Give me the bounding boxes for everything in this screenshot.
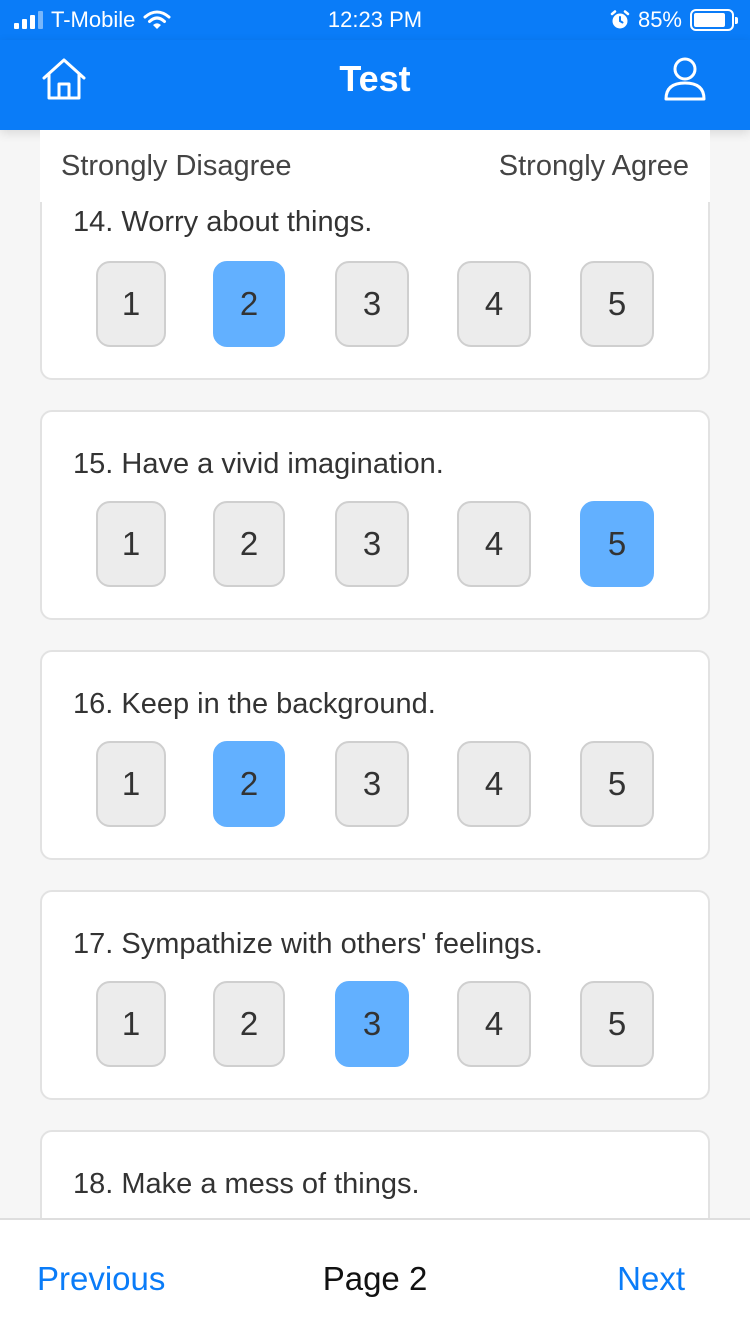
user-icon (664, 57, 706, 101)
option-button[interactable]: 3 (335, 501, 409, 587)
option-button[interactable]: 4 (457, 981, 531, 1067)
question-card: 18. Make a mess of things. (40, 1130, 710, 1218)
option-button[interactable]: 5 (580, 501, 654, 587)
question-card: 15. Have a vivid imagination. 1 2 3 4 5 (40, 410, 710, 620)
option-button[interactable]: 2 (213, 981, 285, 1067)
question-card: 17. Sympathize with others' feelings. 1 … (40, 890, 710, 1100)
pagination-bar: Previous Page 2 Next (0, 1218, 750, 1334)
option-button[interactable]: 1 (96, 261, 166, 347)
question-text: 15. Have a vivid imagination. (73, 448, 444, 480)
nav-bar: Test (0, 40, 750, 130)
option-button[interactable]: 4 (457, 501, 531, 587)
option-button[interactable]: 4 (457, 741, 531, 827)
scale-left-label: Strongly Disagree (61, 150, 292, 182)
option-button[interactable]: 2 (213, 501, 285, 587)
question-text: 18. Make a mess of things. (73, 1168, 420, 1200)
option-button[interactable]: 5 (580, 741, 654, 827)
alarm-icon (610, 10, 630, 29)
option-button[interactable]: 3 (335, 261, 409, 347)
scale-right-label: Strongly Agree (498, 150, 689, 182)
question-card: 16. Keep in the background. 1 2 3 4 5 (40, 650, 710, 860)
option-button[interactable]: 5 (580, 981, 654, 1067)
scale-header: Strongly Disagree Strongly Agree (40, 130, 710, 202)
option-button[interactable]: 1 (96, 981, 166, 1067)
battery-level (694, 13, 725, 27)
option-button[interactable]: 2 (213, 261, 285, 347)
status-bar: T-Mobile 12:23 PM 85% (0, 0, 750, 40)
battery-icon (690, 9, 738, 31)
option-button[interactable]: 5 (580, 261, 654, 347)
option-button[interactable]: 3 (335, 981, 409, 1067)
status-right: 85% (610, 7, 738, 33)
option-button[interactable]: 4 (457, 261, 531, 347)
option-button[interactable]: 1 (96, 501, 166, 587)
battery-percent: 85% (637, 7, 682, 32)
option-button[interactable]: 3 (335, 741, 409, 827)
question-text: 14. Worry about things. (73, 206, 373, 238)
option-button[interactable]: 1 (96, 741, 166, 827)
question-card: 14. Worry about things. 1 2 3 4 5 (40, 202, 710, 380)
question-list[interactable]: 14. Worry about things. 1 2 3 4 5 15. Ha… (0, 202, 750, 1218)
question-text: 16. Keep in the background. (73, 688, 436, 720)
page-title: Test (339, 58, 411, 99)
next-button[interactable]: Next (617, 1260, 685, 1298)
profile-button[interactable] (660, 54, 710, 104)
option-button[interactable]: 2 (213, 741, 285, 827)
question-text: 17. Sympathize with others' feelings. (73, 928, 543, 960)
